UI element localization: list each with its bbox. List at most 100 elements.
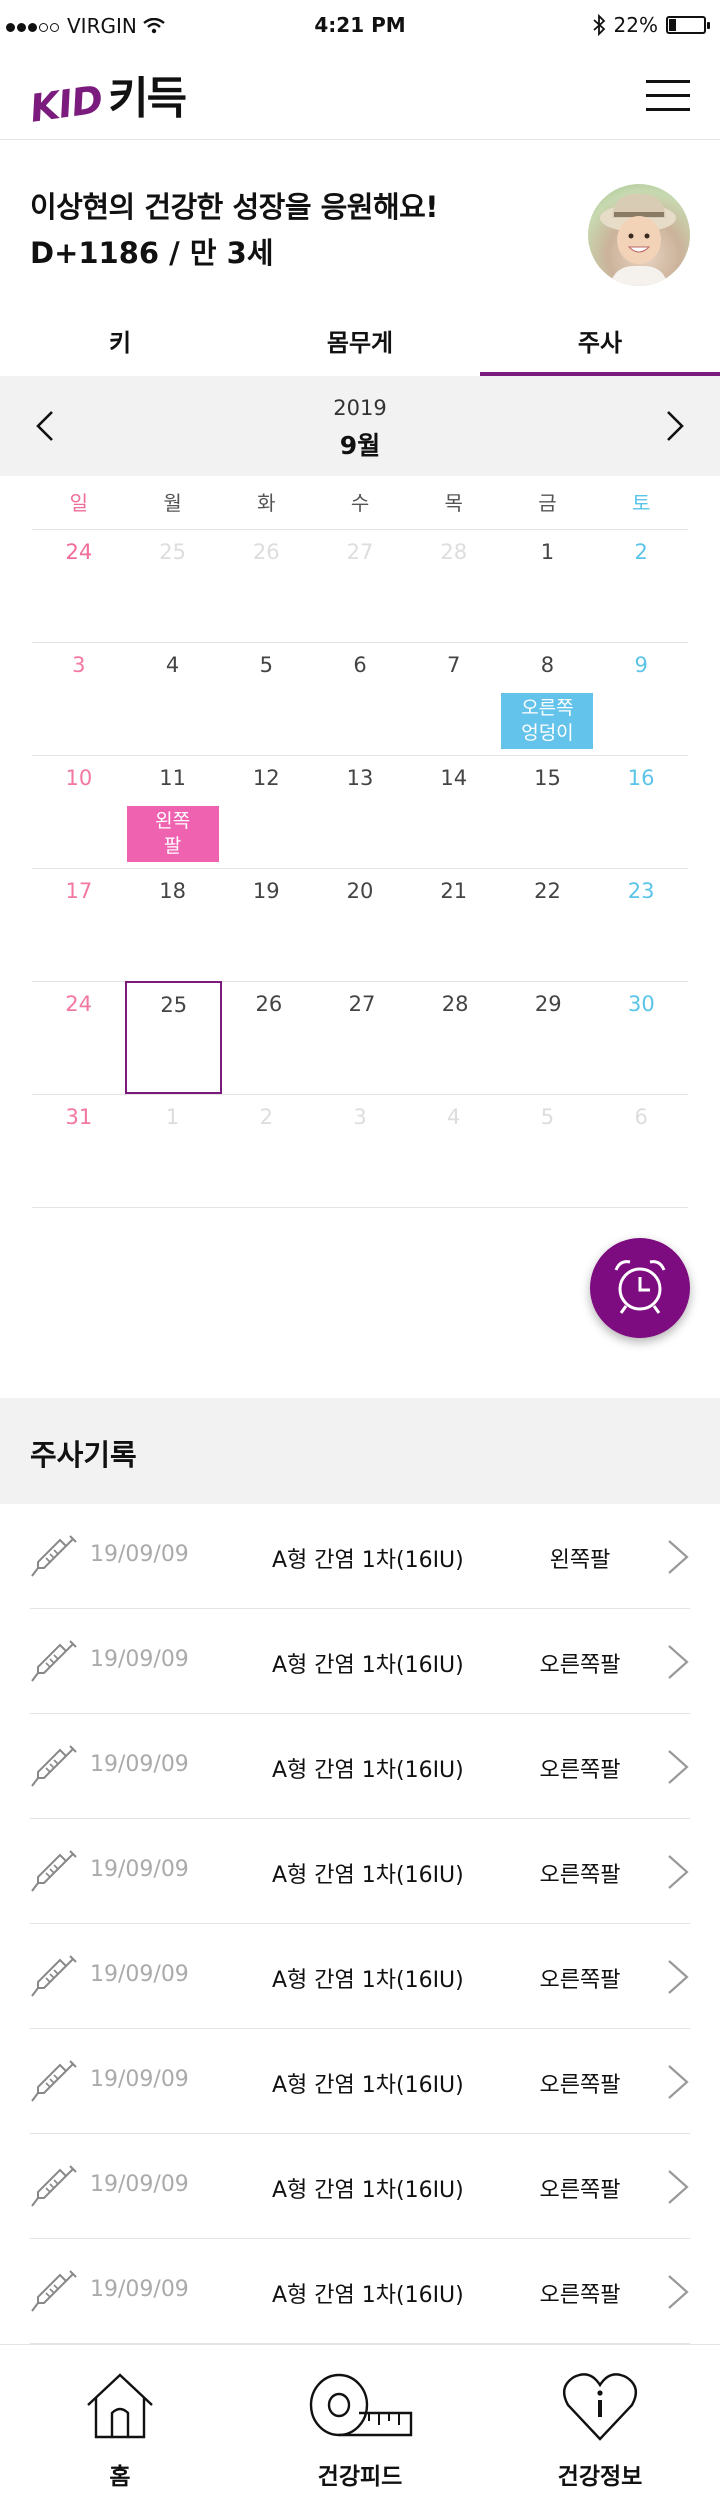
calendar-day[interactable]: 27 (313, 530, 407, 642)
record-date: 19/09/09 (90, 1542, 189, 1567)
day-number: 6 (353, 653, 367, 677)
menu-line (646, 108, 690, 111)
calendar-day[interactable]: 2 (594, 530, 688, 642)
tab-injection[interactable]: 주사 (480, 310, 720, 376)
record-row[interactable]: 19/09/09 A형 간염 1차(16IU) 오른쪽팔 (30, 1924, 690, 2029)
day-number: 6 (634, 1105, 648, 1129)
record-row[interactable]: 19/09/09 A형 간염 1차(16IU) 오른쪽팔 (30, 2239, 690, 2344)
record-row[interactable]: 19/09/09 A형 간염 1차(16IU) 오른쪽팔 (30, 1714, 690, 1819)
record-row[interactable]: 19/09/09 A형 간염 1차(16IU) 오른쪽팔 (30, 1609, 690, 1714)
calendar-day[interactable]: 2 (219, 1095, 313, 1207)
calendar-day[interactable]: 30 (595, 982, 688, 1094)
day-number: 8 (540, 653, 555, 677)
calendar-day[interactable]: 12 (219, 756, 313, 868)
calendar-day[interactable]: 8 오른쪽 엉덩이 (501, 643, 595, 755)
calendar-day[interactable]: 24 (32, 530, 126, 642)
calendar-day[interactable]: 26 (222, 982, 315, 1094)
calendar-day[interactable]: 14 (407, 756, 501, 868)
chevron-right-icon (668, 1960, 689, 1994)
calendar-week: 24 25 26 27 28 1 2 (32, 530, 688, 643)
calendar-day[interactable]: 1 (501, 530, 595, 642)
calendar-day[interactable]: 21 (407, 869, 501, 981)
calendar-day[interactable]: 16 (594, 756, 688, 868)
record-site: 오른쪽팔 (539, 1968, 621, 1993)
day-number: 25 (160, 993, 188, 1017)
tab-height[interactable]: 키 (0, 310, 240, 376)
calendar-day[interactable]: 24 (32, 982, 125, 1094)
calendar-day[interactable]: 6 (313, 643, 407, 755)
calendar-day[interactable]: 22 (501, 869, 595, 981)
calendar-day[interactable]: 3 (313, 1095, 407, 1207)
calendar-day[interactable]: 27 (315, 982, 408, 1094)
calendar-day[interactable]: 17 (32, 869, 126, 981)
record-row[interactable]: 19/09/09 A형 간염 1차(16IU) 왼쪽팔 (30, 1504, 690, 1609)
calendar-day[interactable]: 5 (501, 1095, 595, 1207)
day-number: 16 (627, 766, 655, 790)
calendar-day[interactable]: 28 (409, 982, 502, 1094)
logo-kid: KID (27, 77, 105, 131)
calendar-day[interactable]: 4 (407, 1095, 501, 1207)
day-number: 13 (346, 766, 374, 790)
calendar-week: 17 18 19 20 21 22 23 (32, 869, 688, 982)
calendar-day[interactable]: 18 (126, 869, 220, 981)
record-row[interactable]: 19/09/09 A형 간염 1차(16IU) 오른쪽팔 (30, 2029, 690, 2134)
day-number: 3 (353, 1105, 367, 1129)
app-logo[interactable]: KID 키득 (27, 66, 187, 131)
heart-info-icon (562, 2373, 638, 2441)
menu-line (646, 94, 690, 97)
records-header: 주사기록 (0, 1398, 720, 1504)
nav-home-label: 홈 (109, 2464, 131, 2490)
record-date: 19/09/09 (90, 2277, 189, 2302)
record-site: 오른쪽팔 (539, 2283, 621, 2308)
chevron-right-icon (668, 1540, 689, 1574)
calendar-day[interactable]: 13 (313, 756, 407, 868)
status-right: 22% (592, 13, 710, 37)
day-number: 4 (447, 1105, 461, 1129)
app-header: KID 키득 (0, 52, 720, 140)
calendar-day[interactable]: 19 (219, 869, 313, 981)
chevron-right-icon (667, 411, 684, 441)
calendar-day[interactable]: 26 (219, 530, 313, 642)
calendar-day[interactable]: 15 (501, 756, 595, 868)
injection-site-badge[interactable]: 왼쪽 팔 (126, 806, 219, 862)
day-number: 20 (346, 879, 374, 903)
alarm-button[interactable] (590, 1238, 690, 1338)
calendar-day-selected[interactable]: 25 (125, 981, 223, 1094)
day-number: 17 (65, 879, 93, 903)
calendar-week: 31 1 2 3 4 5 6 (32, 1095, 688, 1208)
calendar-day[interactable]: 31 (32, 1095, 126, 1207)
calendar-day[interactable]: 10 (32, 756, 126, 868)
calendar-week: 3 4 5 6 7 8 오른쪽 엉덩이 9 (32, 643, 688, 756)
weekday-header: 일 월 화 수 목 금 토 (32, 476, 688, 530)
calendar-day[interactable]: 25 (126, 530, 220, 642)
next-month-button[interactable] (656, 408, 692, 444)
injection-site-badge[interactable]: 오른쪽 엉덩이 (501, 693, 594, 749)
nav-health-feed[interactable]: 건강피드 (240, 2345, 480, 2512)
calendar-day[interactable]: 1 (126, 1095, 220, 1207)
calendar-day[interactable]: 4 (126, 643, 220, 755)
calendar-day[interactable]: 9 (594, 643, 688, 755)
calendar-day[interactable]: 3 (32, 643, 126, 755)
day-number: 19 (252, 879, 280, 903)
calendar-day[interactable]: 11 왼쪽 팔 (126, 756, 220, 868)
calendar-day[interactable]: 29 (502, 982, 595, 1094)
calendar-day[interactable]: 20 (313, 869, 407, 981)
day-number: 2 (259, 1105, 273, 1129)
day-number: 12 (252, 766, 280, 790)
day-number: 15 (534, 766, 561, 790)
calendar-day[interactable]: 7 (407, 643, 501, 755)
calendar-day[interactable]: 5 (219, 643, 313, 755)
calendar-day[interactable]: 23 (594, 869, 688, 981)
calendar-day[interactable]: 6 (594, 1095, 688, 1207)
injection-record-list: 19/09/09 A형 간염 1차(16IU) 왼쪽팔 19/09/09 A형 간염 1… (30, 1504, 690, 2344)
record-row[interactable]: 19/09/09 A형 간염 1차(16IU) 오른쪽팔 (30, 1819, 690, 1924)
tab-weight[interactable]: 몸무게 (240, 310, 480, 376)
nav-health-info[interactable]: 건강정보 (480, 2345, 720, 2512)
calendar-day[interactable]: 28 (407, 530, 501, 642)
record-row[interactable]: 19/09/09 A형 간염 1차(16IU) 오른쪽팔 (30, 2134, 690, 2239)
nav-home[interactable]: 홈 (0, 2345, 240, 2512)
record-site: 오른쪽팔 (539, 2073, 621, 2098)
hamburger-menu-button[interactable] (646, 80, 690, 112)
child-avatar[interactable] (588, 184, 690, 286)
day-number: 28 (441, 992, 469, 1016)
